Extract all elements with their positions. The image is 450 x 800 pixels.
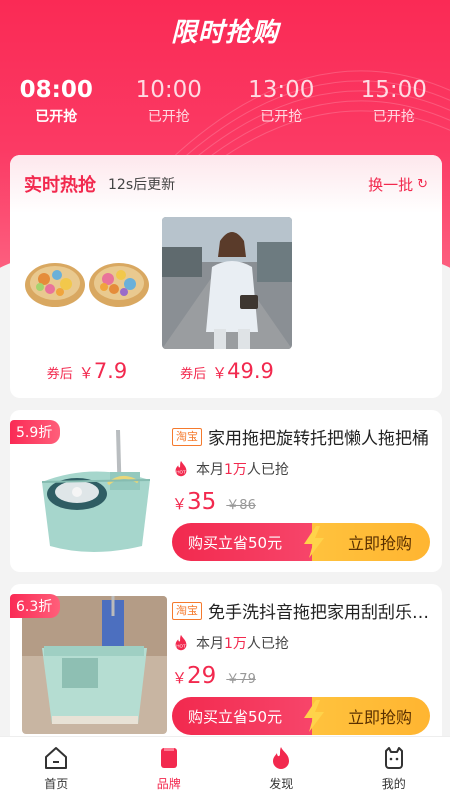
time-slot-time: 15:00 <box>360 77 427 103</box>
product-price: 35 <box>187 489 217 515</box>
hot-item-price: 7.9 <box>93 359 128 383</box>
refresh-button[interactable]: 换一批 ↻ <box>368 174 428 195</box>
bottom-tab-bar: 首页 品牌 发现 我的 <box>0 736 450 800</box>
hot-item-price: 49.9 <box>227 359 274 383</box>
sales-suffix: 人已抢 <box>246 636 289 652</box>
brand-icon <box>160 748 177 768</box>
currency-symbol: ￥ <box>172 495 188 513</box>
time-slot-status: 已开抢 <box>35 109 78 125</box>
discount-badge: 6.3折 <box>10 594 61 618</box>
time-slot-tabs: 08:00 已开抢 10:00 已开抢 13:00 已开抢 15:00 已开抢 <box>0 76 450 126</box>
coupon-tag: 券后 <box>180 367 207 382</box>
profile-icon <box>384 747 403 769</box>
lightning-icon <box>304 700 324 732</box>
original-price: ￥86 <box>226 498 256 513</box>
product-card[interactable]: 6.3折 淘宝 免手洗抖音拖把家用刮刮乐平板 HOT 本月 1万 人已抢 ￥ 29 <box>10 584 442 746</box>
time-slot-time: 13:00 <box>248 77 315 103</box>
time-slot-1000[interactable]: 10:00 已开抢 <box>113 76 226 126</box>
tab-label: 发现 <box>269 777 294 791</box>
refresh-label: 换一批 <box>368 175 414 194</box>
coupon-tag: 券后 <box>46 367 73 382</box>
tab-profile[interactable]: 我的 <box>338 737 450 800</box>
taobao-badge: 淘宝 <box>172 601 202 620</box>
savings-label: 购买立省50元 <box>172 523 312 561</box>
hot-deals-card: 实时热抢 12s后更新 换一批 ↻ 券后 ￥7.9 券后 ￥49.9 <box>10 155 442 398</box>
sales-suffix: 人已抢 <box>246 462 289 478</box>
product-title: 免手洗抖音拖把家用刮刮乐平板 <box>208 603 430 623</box>
time-slot-time: 08:00 <box>19 77 93 103</box>
svg-text:HOT: HOT <box>176 470 186 475</box>
home-icon <box>45 747 68 769</box>
product-image-sweater <box>162 217 292 349</box>
taobao-badge: 淘宝 <box>172 427 202 446</box>
currency-symbol: ￥ <box>172 669 188 687</box>
buy-now-button[interactable]: 立即抢购 <box>312 523 430 561</box>
product-price: 29 <box>187 663 217 689</box>
time-slot-1300[interactable]: 13:00 已开抢 <box>225 76 338 126</box>
sales-count: 1万 <box>224 462 247 478</box>
time-slot-time: 10:00 <box>135 77 202 103</box>
tab-home[interactable]: 首页 <box>0 737 113 800</box>
currency-symbol: ￥ <box>78 364 94 382</box>
product-image-cookies <box>22 217 152 349</box>
sales-count: 1万 <box>224 636 247 652</box>
product-card[interactable]: 5.9折 淘宝 家用拖把旋转托把懒人拖把桶 HOT 本月 1万 人已抢 ￥ 35… <box>10 410 442 572</box>
time-slot-status: 已开抢 <box>260 109 303 125</box>
sales-prefix: 本月 <box>196 636 224 652</box>
tab-brand[interactable]: 品牌 <box>113 737 226 800</box>
savings-label: 购买立省50元 <box>172 697 312 735</box>
hot-fire-icon: HOT <box>175 460 187 477</box>
tab-discover[interactable]: 发现 <box>225 737 338 800</box>
hot-deals-header: 实时热抢 12s后更新 换一批 ↻ <box>10 155 442 213</box>
tab-label: 我的 <box>381 777 406 791</box>
time-slot-status: 已开抢 <box>372 109 415 125</box>
tab-label: 品牌 <box>156 777 181 791</box>
refresh-icon: ↻ <box>417 176 428 192</box>
time-slot-1500[interactable]: 15:00 已开抢 <box>338 76 450 126</box>
hot-fire-icon: HOT <box>175 634 187 651</box>
buy-now-button[interactable]: 立即抢购 <box>312 697 430 735</box>
time-slot-0800[interactable]: 08:00 已开抢 <box>0 76 113 126</box>
buy-bar: 购买立省50元 立即抢购 <box>172 697 430 735</box>
hot-item[interactable]: 券后 ￥49.9 <box>162 217 292 383</box>
product-title: 家用拖把旋转托把懒人拖把桶 <box>208 429 429 449</box>
time-slot-status: 已开抢 <box>147 109 190 125</box>
original-price: ￥79 <box>226 672 256 687</box>
page-title: 限时抢购 <box>170 18 279 48</box>
hot-deals-countdown: 12s后更新 <box>108 177 176 193</box>
lightning-icon <box>304 526 324 558</box>
discount-badge: 5.9折 <box>10 420 61 444</box>
tab-label: 首页 <box>44 777 69 791</box>
hot-deals-title: 实时热抢 <box>24 175 96 196</box>
currency-symbol: ￥ <box>212 364 228 382</box>
svg-text:HOT: HOT <box>176 644 186 649</box>
sales-prefix: 本月 <box>196 462 224 478</box>
hot-item[interactable]: 券后 ￥7.9 <box>22 217 152 383</box>
flame-icon <box>273 747 290 769</box>
buy-bar: 购买立省50元 立即抢购 <box>172 523 430 561</box>
